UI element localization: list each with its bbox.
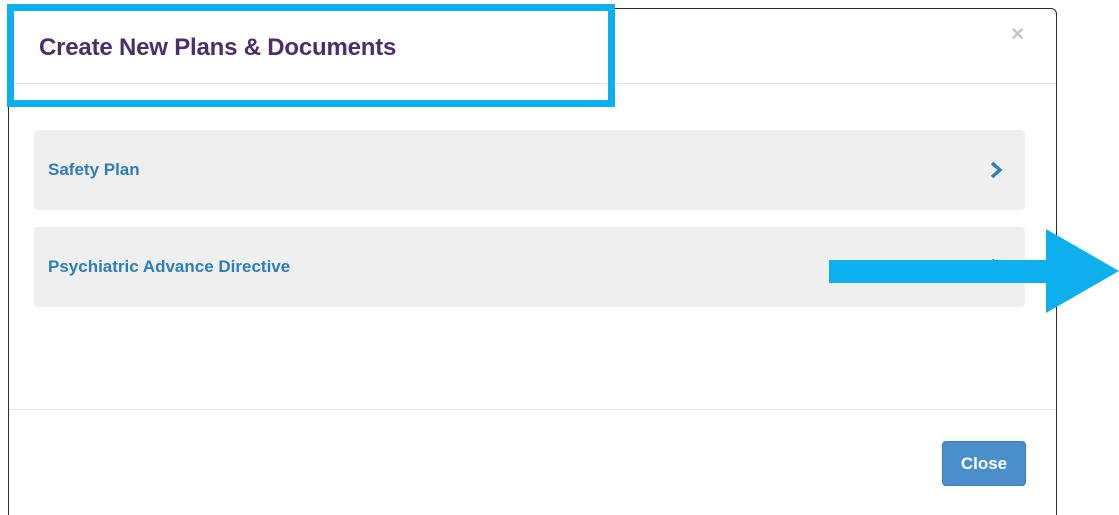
screenshot-stage: Create New Plans & Documents × Safety Pl…	[0, 0, 1119, 515]
modal-header: Create New Plans & Documents ×	[9, 9, 1056, 84]
list-item-label: Safety Plan	[48, 160, 140, 179]
create-documents-modal: Create New Plans & Documents × Safety Pl…	[8, 8, 1057, 515]
list-item-label: Psychiatric Advance Directive	[48, 257, 291, 276]
footer-divider	[9, 409, 1056, 410]
list-item-psychiatric-advance-directive[interactable]: Psychiatric Advance Directive	[34, 227, 1025, 307]
list-item-safety-plan[interactable]: Safety Plan	[34, 130, 1025, 210]
close-icon[interactable]: ×	[1011, 23, 1024, 45]
chevron-right-icon	[990, 161, 1003, 179]
chevron-right-icon	[990, 258, 1003, 276]
close-button[interactable]: Close	[942, 441, 1026, 486]
modal-title: Create New Plans & Documents	[39, 34, 397, 61]
